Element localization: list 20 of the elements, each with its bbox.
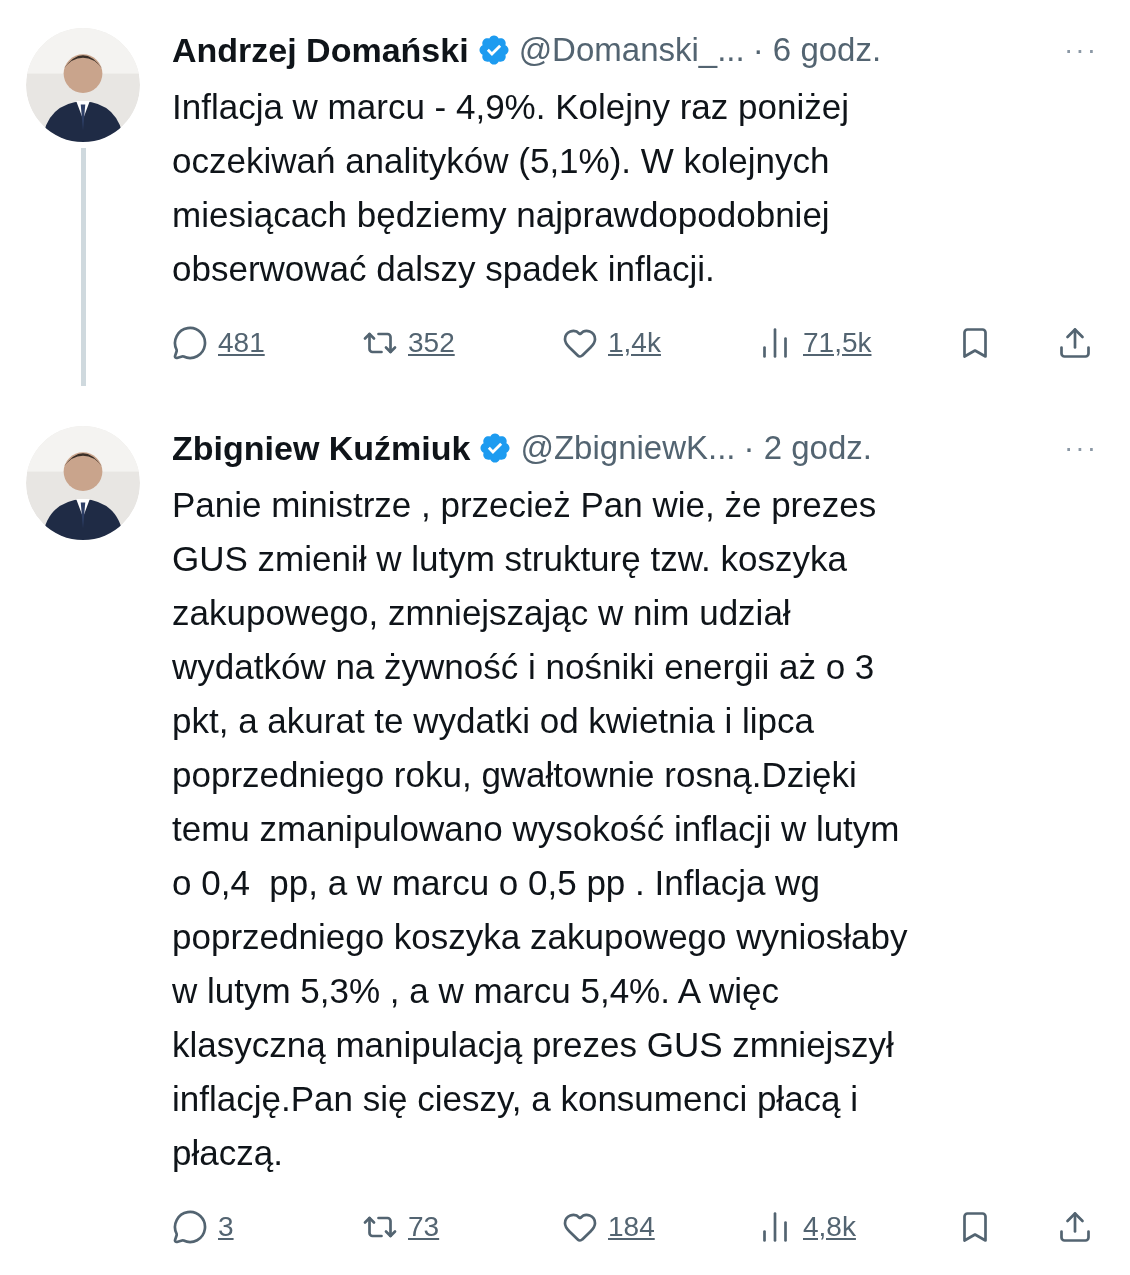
user-handle: @Domanski_... xyxy=(518,30,745,71)
count-link[interactable]: 184 xyxy=(608,1206,655,1248)
count-link[interactable]: 1,4k xyxy=(608,322,661,364)
count-link[interactable]: 4,8k xyxy=(803,1206,856,1248)
tweet-text: Inflacja w marcu - 4,9%. Kolejny raz poniżej oczekiwań analityków (5,1%). W kolejnych miesiącach będziemy najprawdopodobniej obserwować dalszy spadek inflacji. xyxy=(172,86,850,290)
share-icon[interactable] xyxy=(1057,325,1093,361)
author-name: Zbigniew Kuźmiuk xyxy=(172,427,471,469)
reply-icon[interactable] xyxy=(172,325,208,361)
count-link[interactable]: 71,5k xyxy=(803,322,872,364)
count-link[interactable]: 352 xyxy=(408,322,455,364)
post-time: · 2 godz. xyxy=(743,428,872,469)
count-link[interactable]: 481 xyxy=(218,322,265,364)
count-link[interactable]: 73 xyxy=(408,1206,440,1248)
tweet-text: Panie ministrze , przecież Pan wie, że prezes GUS zmienił w lutym strukturę tzw. koszyka zakupowego, zmniejszając w nim udział wydatków na żywność i nośniki energii aż o 3 pkt, a akurat te wydatki od kwietnia i lipca poprzedniego roku, gwałtownie rosną.Dzięki temu zmanipulowano wysokość inflacji w lutym o 0,4 pp, a w marcu o 0,5 pp . Inflacja wg poprzedniego koszyka zakupowego wyniosłaby w lutym 5,3% , a w marcu 5,4%. A więc klasyczną manipulacją prezes GUS zmniejszył inflację.Pan się cieszy, a konsumenci płacą i płaczą. xyxy=(172,484,909,1174)
reply-icon[interactable] xyxy=(172,1209,208,1245)
count-link[interactable]: 3 xyxy=(218,1206,234,1248)
user-handle: @ZbigniewK... xyxy=(520,428,736,469)
share-icon[interactable] xyxy=(1057,1209,1093,1245)
author-name: Andrzej Domański xyxy=(172,29,469,71)
post-time: · 6 godz. xyxy=(752,30,882,71)
